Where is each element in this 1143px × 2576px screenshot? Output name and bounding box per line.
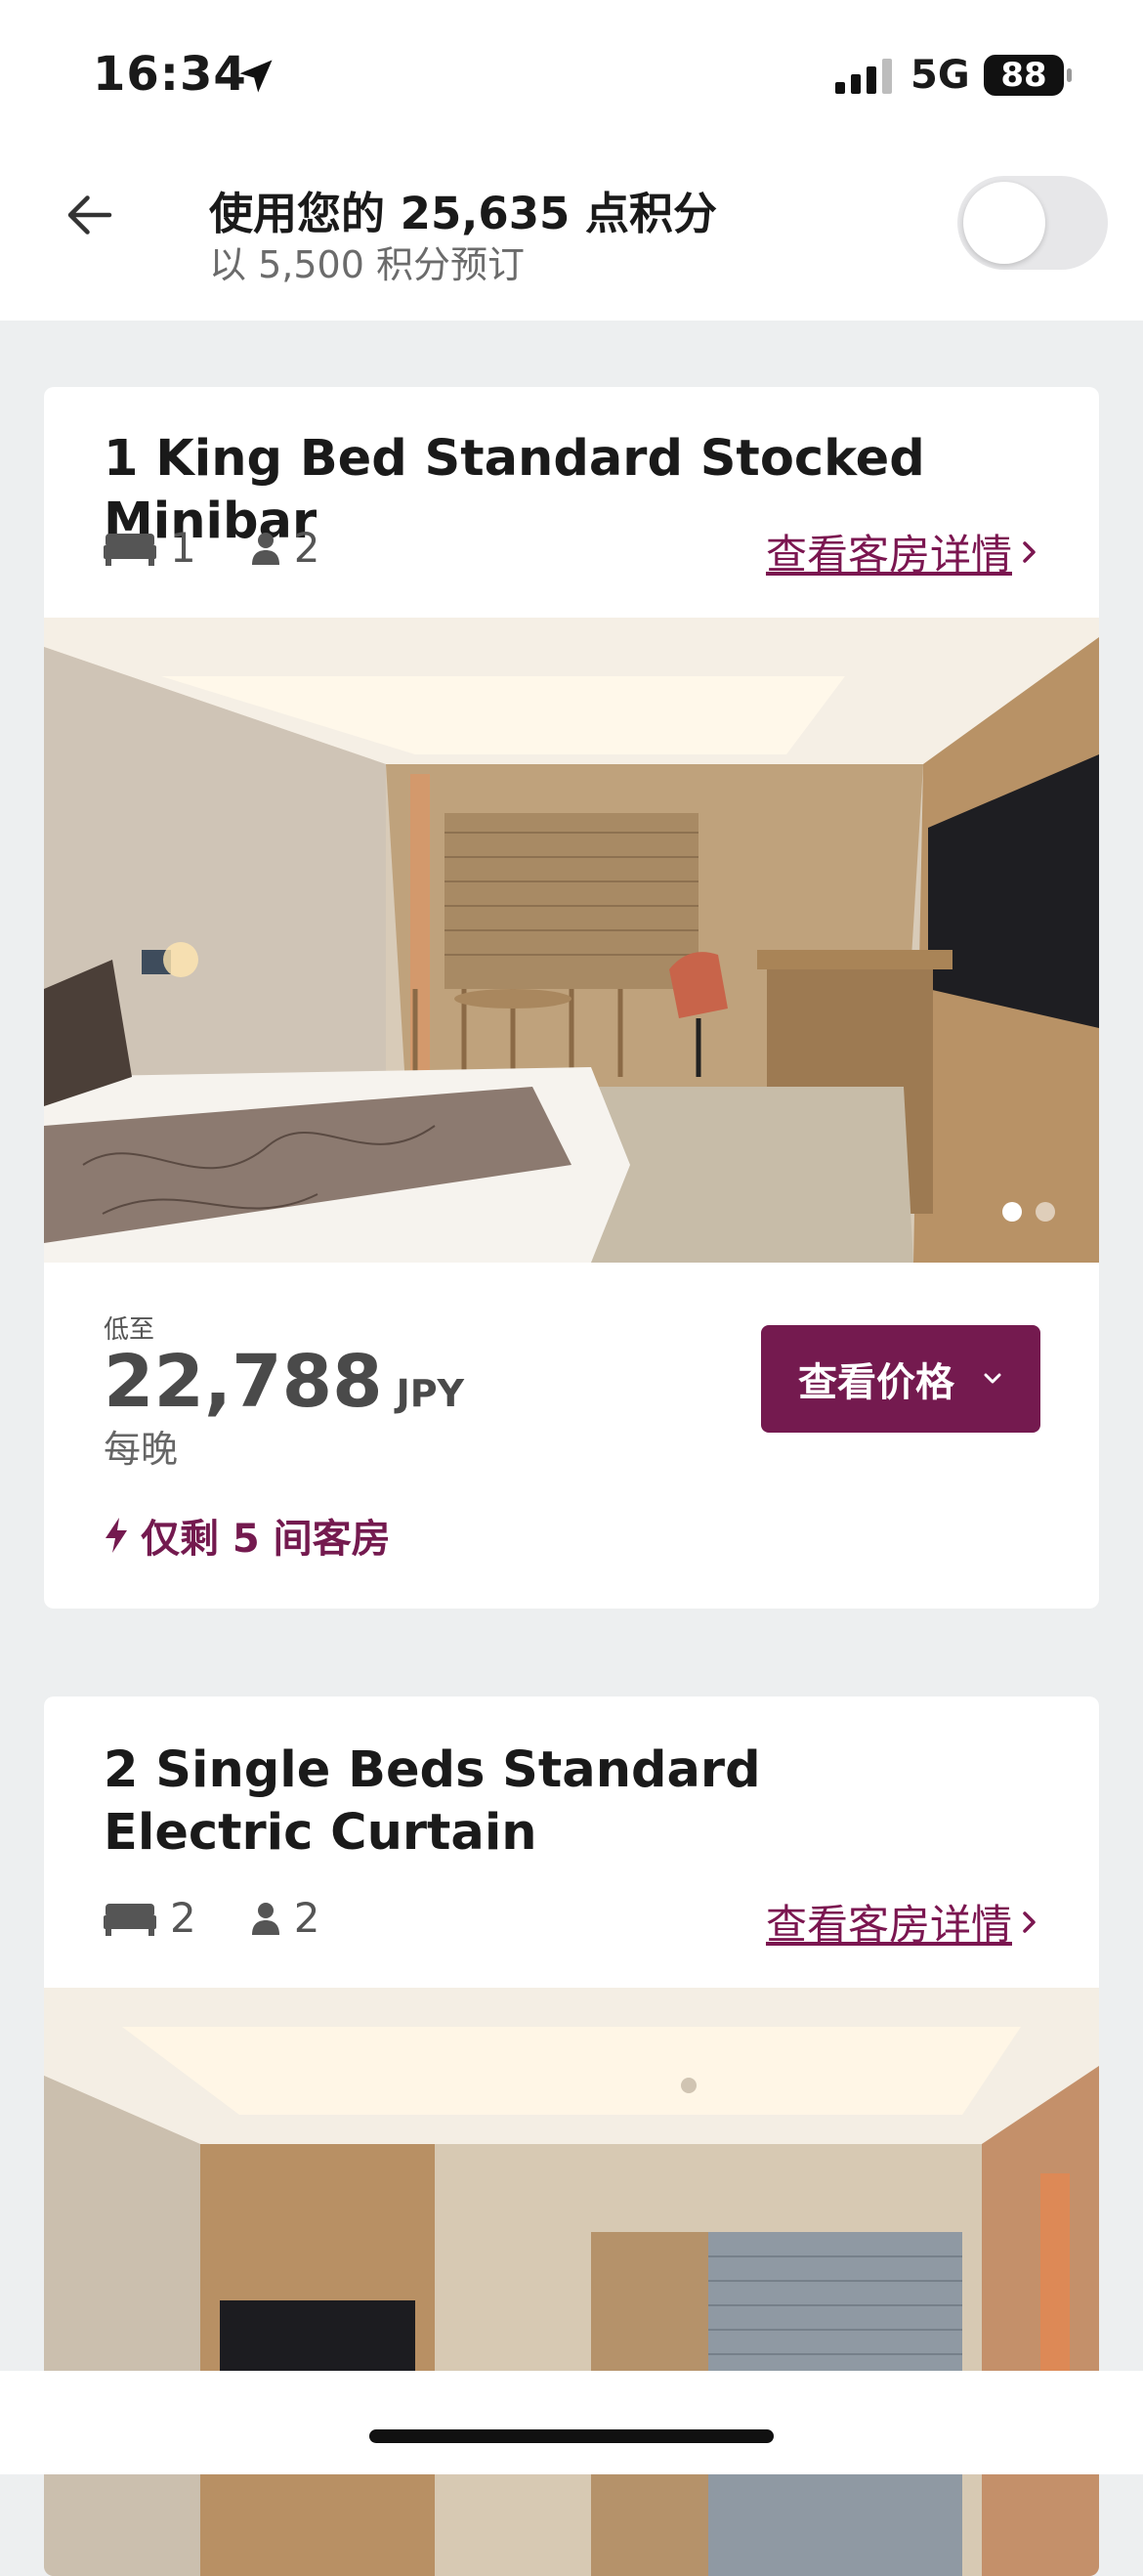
points-subtitle: 以 5,500 积分预订: [209, 243, 525, 286]
room-details-link[interactable]: 查看客房详情: [766, 1892, 1039, 1952]
bed-count: 1: [170, 524, 196, 572]
per-night-label: 每晚: [104, 1428, 179, 1471]
status-bar: 16:34 5G 88: [0, 0, 1143, 147]
chevron-down-icon: [984, 1373, 1001, 1384]
location-arrow-icon: [239, 60, 273, 93]
room-details-label: 查看客房详情: [765, 531, 1012, 579]
lightning-icon: [106, 1518, 127, 1553]
price-amount: 22,788: [104, 1340, 383, 1424]
room-card: 1 King Bed Standard Stocked Minibar 1 2 …: [44, 387, 1099, 1609]
toggle-knob: [963, 182, 1045, 264]
price-currency: JPY: [396, 1372, 465, 1415]
points-title: 使用您的 25,635 点积分: [209, 188, 717, 239]
room-meta: 1 2: [104, 524, 319, 572]
guest-count: 2: [293, 524, 320, 572]
cellular-signal-icon: [835, 59, 892, 94]
battery-indicator: 88: [984, 55, 1064, 96]
room-title: 2 Single Beds Standard Electric Curtain: [104, 1741, 761, 1862]
battery-cap: [1067, 68, 1072, 82]
bed-icon: [104, 533, 156, 566]
room-meta: 2 2: [104, 1894, 319, 1942]
chevron-right-icon: [1023, 540, 1036, 563]
view-rates-button[interactable]: 查看价格: [761, 1325, 1040, 1433]
use-points-toggle[interactable]: [957, 176, 1108, 270]
room-photo: [44, 1988, 1099, 2576]
chevron-right-icon: [1023, 1911, 1036, 1933]
room-details-label: 查看客房详情: [765, 1901, 1012, 1949]
room-photo-carousel[interactable]: [44, 618, 1099, 1263]
bed-count: 2: [170, 1894, 196, 1942]
person-icon: [251, 1902, 279, 1935]
home-indicator[interactable]: [369, 2429, 774, 2443]
network-type: 5G: [910, 53, 970, 98]
back-arrow-icon[interactable]: [61, 186, 119, 244]
rooms-left-notice: 仅剩 5 间客房: [104, 1507, 391, 1564]
carousel-dot-active[interactable]: [1002, 1202, 1022, 1222]
rooms-left-text: 仅剩 5 间客房: [141, 1517, 391, 1562]
home-indicator-area: [0, 2371, 1143, 2474]
room-details-link[interactable]: 查看客房详情: [766, 522, 1039, 581]
bed-icon: [104, 1903, 156, 1936]
carousel-dot[interactable]: [1036, 1202, 1055, 1222]
room-photo: [44, 618, 1099, 1263]
guest-count: 2: [293, 1894, 320, 1942]
points-header: 使用您的 25,635 点积分 以 5,500 积分预订: [0, 147, 1143, 321]
room-photo-carousel[interactable]: [44, 1988, 1099, 2576]
view-rates-label: 查看价格: [798, 1360, 954, 1405]
person-icon: [251, 532, 279, 565]
carousel-pagination: [1002, 1202, 1055, 1222]
status-time: 16:34: [93, 47, 247, 102]
